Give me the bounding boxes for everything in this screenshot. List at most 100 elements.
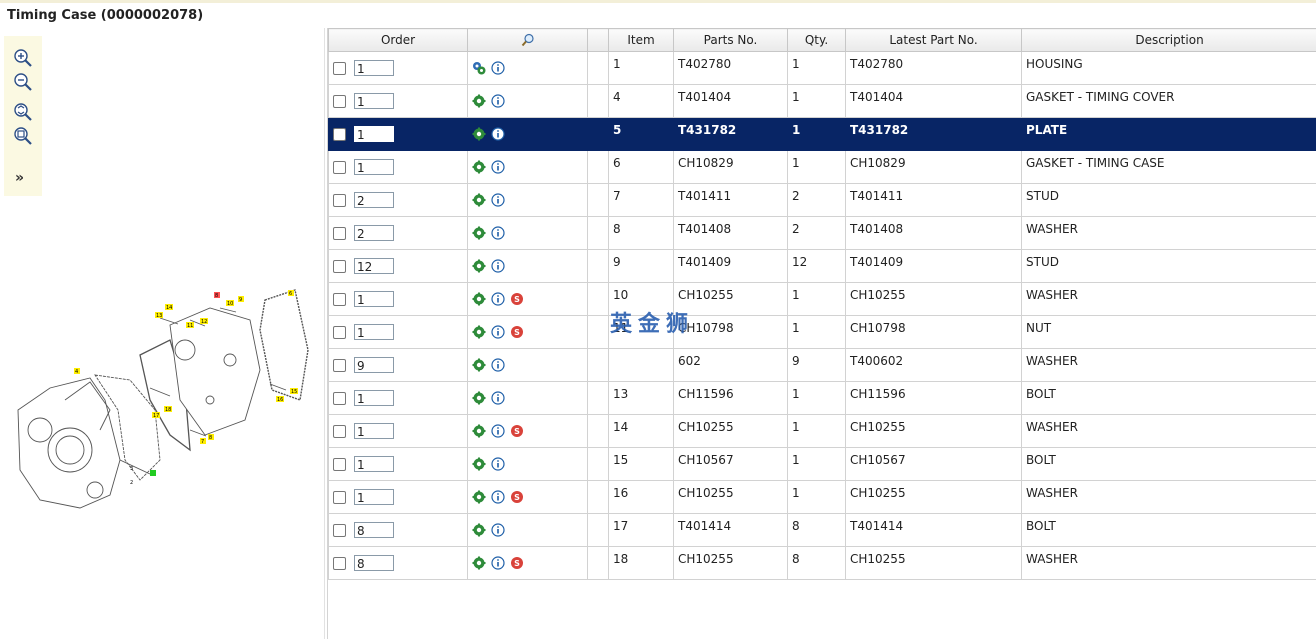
gear-icon[interactable] [472, 556, 486, 570]
column-header-description[interactable]: Description [1021, 28, 1316, 52]
row-select-checkbox[interactable] [333, 61, 346, 75]
row-select-checkbox[interactable] [333, 490, 346, 504]
order-quantity-input[interactable]: 1 [354, 489, 394, 505]
row-select-checkbox[interactable] [333, 556, 346, 570]
supersession-icon[interactable]: S [510, 490, 524, 504]
table-row[interactable]: 1 S 10 CH10255 1 CH10255 WASHER [328, 282, 1316, 316]
gear-icon[interactable] [472, 424, 486, 438]
supersession-icon[interactable]: S [510, 556, 524, 570]
order-quantity-input[interactable]: 2 [354, 225, 394, 241]
row-select-checkbox[interactable] [333, 457, 346, 471]
order-quantity-input[interactable]: 1 [354, 159, 394, 175]
table-row[interactable]: 1 S 11 CH10798 1 CH10798 NUT [328, 315, 1316, 349]
table-row[interactable]: 1 13 CH11596 1 CH11596 BOLT [328, 381, 1316, 415]
search-icon[interactable] [521, 33, 535, 47]
row-select-checkbox[interactable] [333, 127, 346, 141]
gear-icon[interactable] [472, 94, 486, 108]
supersession-icon[interactable]: S [510, 424, 524, 438]
order-quantity-input[interactable]: 9 [354, 357, 394, 373]
zoom-window-icon[interactable] [13, 126, 33, 146]
zoom-out-icon[interactable] [13, 72, 33, 92]
gear-icon[interactable] [472, 358, 486, 372]
column-header-order[interactable]: Order [328, 28, 468, 52]
row-select-checkbox[interactable] [333, 259, 346, 273]
column-header-item[interactable]: Item [608, 28, 674, 52]
column-header-latest-part-no[interactable]: Latest Part No. [845, 28, 1022, 52]
info-icon[interactable] [491, 556, 505, 570]
info-icon[interactable] [491, 127, 505, 141]
row-select-checkbox[interactable] [333, 523, 346, 537]
column-header-qty[interactable]: Qty. [787, 28, 846, 52]
table-row[interactable]: 1 6 CH10829 1 CH10829 GASKET - TIMING CA… [328, 150, 1316, 184]
info-icon[interactable] [491, 259, 505, 273]
column-header-search[interactable] [467, 28, 588, 52]
row-select-checkbox[interactable] [333, 226, 346, 240]
gear-icon[interactable] [472, 193, 486, 207]
info-icon[interactable] [491, 193, 505, 207]
gear-icon[interactable] [472, 325, 486, 339]
order-quantity-input[interactable]: 1 [354, 126, 394, 142]
row-select-checkbox[interactable] [333, 424, 346, 438]
timing-case-exploded-diagram[interactable]: 14 13 9 10 11 12 6 8 4 17 18 7 8 3 2 16 … [10, 260, 312, 512]
table-row[interactable]: 1 5 T431782 1 T431782 PLATE [328, 117, 1316, 151]
info-icon[interactable] [491, 457, 505, 471]
assembly-gears-icon[interactable] [472, 61, 486, 75]
gear-icon[interactable] [472, 160, 486, 174]
gear-icon[interactable] [472, 391, 486, 405]
info-icon[interactable] [491, 160, 505, 174]
table-row[interactable]: 8 17 T401414 8 T401414 BOLT [328, 513, 1316, 547]
order-quantity-input[interactable]: 1 [354, 390, 394, 406]
order-quantity-input[interactable]: 1 [354, 291, 394, 307]
info-icon[interactable] [491, 325, 505, 339]
row-select-checkbox[interactable] [333, 160, 346, 174]
info-icon[interactable] [491, 226, 505, 240]
info-icon[interactable] [491, 292, 505, 306]
gear-icon[interactable] [472, 490, 486, 504]
order-quantity-input[interactable]: 12 [354, 258, 394, 274]
column-header-parts-no[interactable]: Parts No. [673, 28, 788, 52]
table-row[interactable]: 1 S 16 CH10255 1 CH10255 WASHER [328, 480, 1316, 514]
order-quantity-input[interactable]: 2 [354, 192, 394, 208]
order-quantity-input[interactable]: 1 [354, 93, 394, 109]
table-row[interactable]: 1 4 T401404 1 T401404 GASKET - TIMING CO… [328, 84, 1316, 118]
table-row[interactable]: 1 15 CH10567 1 CH10567 BOLT [328, 447, 1316, 481]
supersession-icon[interactable]: S [510, 325, 524, 339]
table-row[interactable]: 12 9 T401409 12 T401409 STUD [328, 249, 1316, 283]
table-row[interactable]: 8 S 18 CH10255 8 CH10255 WASHER [328, 546, 1316, 580]
table-row[interactable]: 9 602 9 T400602 WASHER [328, 348, 1316, 382]
order-quantity-input[interactable]: 1 [354, 60, 394, 76]
zoom-fit-icon[interactable] [13, 102, 33, 122]
supersession-icon[interactable]: S [510, 292, 524, 306]
table-row[interactable]: 1 1 T402780 1 T402780 HOUSING [328, 51, 1316, 85]
order-quantity-input[interactable]: 8 [354, 522, 394, 538]
row-select-checkbox[interactable] [333, 292, 346, 306]
gear-icon[interactable] [472, 226, 486, 240]
info-icon[interactable] [491, 94, 505, 108]
order-quantity-input[interactable]: 1 [354, 456, 394, 472]
order-quantity-input[interactable]: 8 [354, 555, 394, 571]
order-quantity-input[interactable]: 1 [354, 324, 394, 340]
order-quantity-input[interactable]: 1 [354, 423, 394, 439]
row-select-checkbox[interactable] [333, 358, 346, 372]
table-row[interactable]: 2 7 T401411 2 T401411 STUD [328, 183, 1316, 217]
info-icon[interactable] [491, 490, 505, 504]
gear-icon[interactable] [472, 127, 486, 141]
info-icon[interactable] [491, 61, 505, 75]
info-icon[interactable] [491, 391, 505, 405]
table-row[interactable]: 1 S 14 CH10255 1 CH10255 WASHER [328, 414, 1316, 448]
gear-icon[interactable] [472, 523, 486, 537]
info-icon[interactable] [491, 358, 505, 372]
row-select-checkbox[interactable] [333, 325, 346, 339]
row-select-checkbox[interactable] [333, 94, 346, 108]
info-icon[interactable] [491, 424, 505, 438]
table-row[interactable]: 2 8 T401408 2 T401408 WASHER [328, 216, 1316, 250]
gear-icon[interactable] [472, 259, 486, 273]
info-icon[interactable] [491, 523, 505, 537]
zoom-in-icon[interactable] [13, 48, 33, 68]
row-select-checkbox[interactable] [333, 391, 346, 405]
row-select-checkbox[interactable] [333, 193, 346, 207]
expand-panel-button[interactable]: » [15, 170, 24, 186]
gear-icon[interactable] [472, 292, 486, 306]
gear-icon[interactable] [472, 457, 486, 471]
parts-no-cell: CH10829 [673, 150, 788, 184]
